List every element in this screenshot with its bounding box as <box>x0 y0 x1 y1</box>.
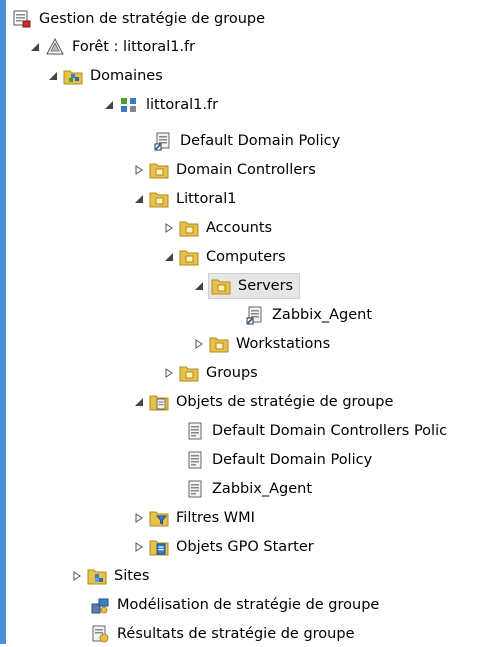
ou-folder-icon <box>209 334 229 354</box>
ou-folder-icon <box>179 218 199 238</box>
tree-label: Default Domain Controllers Polic <box>212 423 448 439</box>
results-icon <box>90 624 110 644</box>
tree-item-accounts[interactable]: Accounts <box>162 215 274 241</box>
tree-label: Accounts <box>206 220 273 236</box>
tree-label: Domain Controllers <box>176 162 316 178</box>
collapsed-arrow-icon[interactable] <box>70 569 84 583</box>
tree-item-forest[interactable]: Forêt : littoral1.fr <box>28 34 197 60</box>
tree-item-gpo-container[interactable]: Objets de stratégie de groupe <box>132 389 395 415</box>
collapsed-arrow-icon[interactable] <box>132 540 146 554</box>
tree-label: Servers <box>238 278 294 294</box>
expanded-arrow-icon[interactable] <box>132 395 146 409</box>
tree-label: Objets de stratégie de groupe <box>176 394 394 410</box>
ou-folder-icon <box>179 363 199 383</box>
gpo-link-icon <box>153 131 173 151</box>
tree-item-domain[interactable]: littoral1.fr <box>102 92 220 118</box>
tree-item-zabbix-agent-link[interactable]: Zabbix_Agent <box>245 302 374 328</box>
tree-item-computers[interactable]: Computers <box>162 244 288 270</box>
tree-item-littoral1[interactable]: Littoral1 <box>132 186 238 212</box>
tree-item-workstations[interactable]: Workstations <box>192 331 332 357</box>
gpo-container-icon <box>149 392 169 412</box>
domains-folder-icon <box>63 66 83 86</box>
collapsed-arrow-icon[interactable] <box>162 366 176 380</box>
tree-item-starter-gpos[interactable]: Objets GPO Starter <box>132 534 316 560</box>
expanded-arrow-icon[interactable] <box>192 279 206 293</box>
modeling-icon <box>90 595 110 615</box>
tree-label: Résultats de stratégie de groupe <box>117 626 355 642</box>
tree-item-results[interactable]: Résultats de stratégie de groupe <box>90 621 357 647</box>
tree-label: Workstations <box>236 336 331 352</box>
collapsed-arrow-icon[interactable] <box>192 337 206 351</box>
expanded-arrow-icon[interactable] <box>132 192 146 206</box>
tree-label: Zabbix_Agent <box>212 481 313 497</box>
gpo-icon <box>185 421 205 441</box>
tree-item-gpo-default-dc[interactable]: Default Domain Controllers Polic <box>185 418 449 444</box>
tree-item-sites[interactable]: Sites <box>70 563 151 589</box>
tree-label: Littoral1 <box>176 191 237 207</box>
selection-highlight: Servers <box>207 273 301 299</box>
tree-label: Domaines <box>90 68 163 84</box>
starter-gpo-icon <box>149 537 169 557</box>
collapsed-arrow-icon[interactable] <box>162 221 176 235</box>
gpo-icon <box>185 479 205 499</box>
tree-label: Forêt : littoral1.fr <box>72 39 196 55</box>
tree-label: Objets GPO Starter <box>176 539 314 555</box>
wmi-filter-icon <box>149 508 169 528</box>
tree-item-domain-controllers[interactable]: Domain Controllers <box>132 157 318 183</box>
tree-item-gpo-default-domain[interactable]: Default Domain Policy <box>185 447 374 473</box>
expanded-arrow-icon[interactable] <box>102 98 116 112</box>
ou-folder-icon <box>149 160 169 180</box>
sites-icon <box>87 566 107 586</box>
tree-label: Gestion de stratégie de groupe <box>39 11 266 27</box>
tree-label: Filtres WMI <box>176 510 255 526</box>
domain-icon <box>119 95 139 115</box>
tree-item-domains[interactable]: Domaines <box>46 63 165 89</box>
tree-item-gpo-zabbix[interactable]: Zabbix_Agent <box>185 476 314 502</box>
ou-folder-icon <box>211 276 231 296</box>
gpo-link-icon <box>245 305 265 325</box>
gpmc-tree[interactable]: Gestion de stratégie de groupe Forêt : l… <box>6 0 499 644</box>
collapsed-arrow-icon[interactable] <box>132 511 146 525</box>
expanded-arrow-icon[interactable] <box>162 250 176 264</box>
expanded-arrow-icon[interactable] <box>28 40 42 54</box>
ou-folder-icon <box>179 247 199 267</box>
gpo-icon <box>185 450 205 470</box>
tree-label: Zabbix_Agent <box>272 307 373 323</box>
tree-label: littoral1.fr <box>146 97 219 113</box>
tree-item-root[interactable]: Gestion de stratégie de groupe <box>12 6 267 32</box>
forest-icon <box>45 37 65 57</box>
tree-item-wmi-filters[interactable]: Filtres WMI <box>132 505 257 531</box>
tree-label: Groups <box>206 365 258 381</box>
tree-label: Default Domain Policy <box>180 133 341 149</box>
ou-folder-icon <box>149 189 169 209</box>
expanded-arrow-icon[interactable] <box>46 69 60 83</box>
collapsed-arrow-icon[interactable] <box>132 163 146 177</box>
tree-item-servers[interactable]: Servers <box>192 273 301 299</box>
tree-label: Computers <box>206 249 286 265</box>
gpmc-console-icon <box>12 9 32 29</box>
tree-label: Sites <box>114 568 150 584</box>
tree-label: Modélisation de stratégie de groupe <box>117 597 380 613</box>
tree-item-default-domain-policy-link[interactable]: Default Domain Policy <box>153 128 342 154</box>
tree-label: Default Domain Policy <box>212 452 373 468</box>
tree-item-groups[interactable]: Groups <box>162 360 260 386</box>
tree-item-modeling[interactable]: Modélisation de stratégie de groupe <box>90 592 381 618</box>
